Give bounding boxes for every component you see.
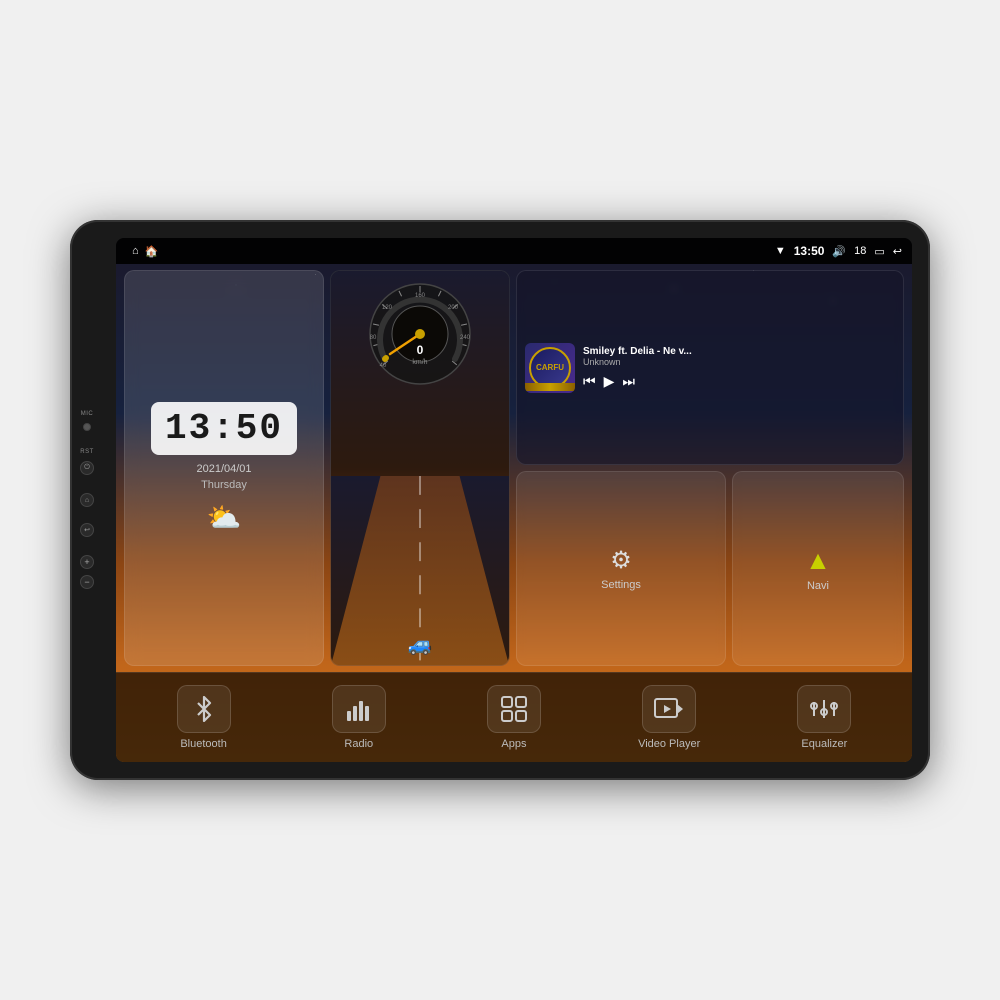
status-bar: ⌂ 🏠 ▼ 13:50 🔊 18 ▭ ↩: [116, 238, 912, 264]
back-nav-icon: ↩: [893, 245, 902, 258]
navi-label: Navi: [807, 580, 829, 592]
settings-label: Settings: [601, 579, 641, 591]
equalizer-icon: [810, 696, 838, 722]
vol-up-button[interactable]: +: [80, 555, 94, 569]
bluetooth-icon-box: [177, 685, 231, 733]
clock-date: 2021/04/01: [196, 463, 251, 475]
status-time: 13:50: [794, 244, 825, 258]
home-icon: ⌂: [132, 245, 139, 257]
side-button-panel: MIC RST ⏻ ⌂ ↩ + −: [80, 411, 94, 589]
volume-level: 18: [854, 245, 866, 257]
rst-button[interactable]: ⏻: [80, 461, 94, 475]
music-artist: Unknown: [583, 357, 895, 367]
main-screen: ⌂ 🏠 ▼ 13:50 🔊 18 ▭ ↩: [116, 238, 912, 762]
mic-button[interactable]: [83, 423, 91, 431]
car-head-unit: MIC RST ⏻ ⌂ ↩ + − ⌂ 🏠 ▼ 13:50 🔊 18 ▭ ↩: [70, 220, 930, 780]
main-content: 13:50 2021/04/01 Thursday ⛅: [116, 264, 912, 762]
apps-label: Apps: [501, 738, 526, 750]
gauge-svg: 0 km/h 40 80 120 160 200 240: [365, 279, 475, 389]
svg-text:km/h: km/h: [412, 359, 427, 366]
speedometer-widget[interactable]: 0 km/h 40 80 120 160 200 240: [330, 270, 510, 666]
volume-icon: 🔊: [832, 245, 846, 258]
music-info: Smiley ft. Delia - Ne v... Unknown ⏮ ▶ ⏭: [583, 346, 895, 390]
radio-label: Radio: [344, 738, 373, 750]
svg-text:0: 0: [417, 343, 424, 357]
video-icon-box: [642, 685, 696, 733]
clock-widget[interactable]: 13:50 2021/04/01 Thursday ⛅: [124, 270, 324, 666]
house-icon: 🏠: [145, 245, 159, 258]
navi-widget[interactable]: ▲ Navi: [732, 471, 904, 666]
battery-icon: ▭: [874, 245, 884, 258]
svg-text:160: 160: [415, 293, 426, 299]
rst-label: RST: [80, 449, 94, 455]
bluetooth-label: Bluetooth: [180, 738, 226, 750]
navi-icon: ▲: [805, 545, 831, 576]
apps-item[interactable]: Apps: [474, 685, 554, 750]
wifi-icon: ▼: [775, 245, 786, 257]
equalizer-item[interactable]: Equalizer: [784, 685, 864, 750]
svg-text:120: 120: [382, 305, 393, 311]
video-player-item[interactable]: Video Player: [629, 685, 709, 750]
radio-item[interactable]: Radio: [319, 685, 399, 750]
clock-display: 13:50: [151, 402, 297, 455]
prev-button[interactable]: ⏮: [583, 373, 596, 390]
video-label: Video Player: [638, 738, 700, 750]
gauge-container: 0 km/h 40 80 120 160 200 240: [365, 279, 475, 389]
apps-icon-box: [487, 685, 541, 733]
video-player-icon: [654, 697, 684, 721]
music-title: Smiley ft. Delia - Ne v...: [583, 346, 895, 357]
play-button[interactable]: ▶: [604, 373, 615, 390]
music-widget[interactable]: CARFU Smiley ft. Delia - Ne v... Unknown…: [516, 270, 904, 465]
clock-day: Thursday: [201, 479, 247, 491]
radio-icon: [345, 697, 373, 721]
bluetooth-item[interactable]: Bluetooth: [164, 685, 244, 750]
apps-icon: [500, 695, 528, 723]
settings-icon: ⚙: [610, 546, 632, 575]
clock-time: 13:50: [165, 408, 283, 449]
bluetooth-icon: [191, 696, 217, 722]
ribbon: [525, 383, 575, 391]
vol-down-button[interactable]: −: [80, 575, 94, 589]
home-button[interactable]: ⌂: [80, 493, 94, 507]
radio-icon-box: [332, 685, 386, 733]
svg-text:240: 240: [460, 335, 471, 341]
back-button[interactable]: ↩: [80, 523, 94, 537]
equalizer-label: Equalizer: [801, 738, 847, 750]
music-controls: ⏮ ▶ ⏭: [583, 373, 895, 390]
widgets-grid: 13:50 2021/04/01 Thursday ⛅: [116, 264, 912, 672]
next-button[interactable]: ⏭: [622, 373, 635, 390]
road-scene: 🚙: [331, 476, 509, 665]
weather-icon: ⛅: [207, 501, 242, 534]
svg-text:40: 40: [380, 363, 387, 369]
bottom-bar: Bluetooth Radio: [116, 672, 912, 762]
mic-label: MIC: [81, 411, 94, 417]
settings-widget[interactable]: ⚙ Settings: [516, 471, 726, 666]
svg-text:200: 200: [448, 305, 459, 311]
album-art: CARFU: [525, 343, 575, 393]
car-icon: 🚙: [408, 632, 433, 657]
svg-text:80: 80: [370, 335, 377, 341]
equalizer-icon-box: [797, 685, 851, 733]
